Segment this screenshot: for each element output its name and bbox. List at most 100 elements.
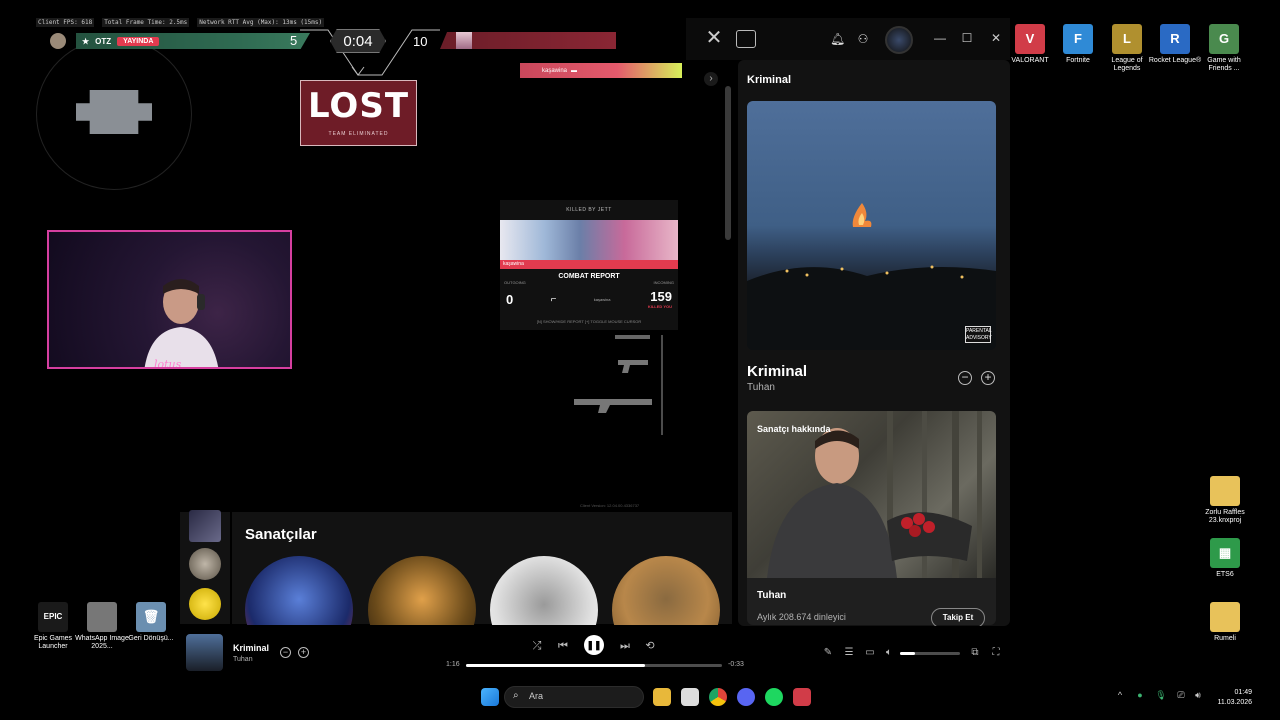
artists-row [232,540,732,625]
player-add-icon[interactable]: + [298,647,309,658]
top-desktop-icon[interactable]: V VALORANT [1003,24,1057,65]
clock[interactable]: 01:49 11.03.2026 [1208,688,1252,708]
pause-button[interactable]: ❚❚ [584,635,604,655]
webcam-overlay: lotus [47,230,292,369]
volume-slider[interactable] [900,652,960,655]
discord-icon[interactable] [737,688,755,706]
search-icon: ⌕ [513,690,519,701]
score-left: 5 [290,33,298,48]
user-avatar[interactable] [885,26,913,54]
perf-stats: Client FPS: 618 Total Frame Time: 2.5ms … [36,18,325,27]
remove-icon[interactable]: − [958,371,972,385]
bell-icon[interactable]: 🔔︎ [830,32,845,46]
volume-icon[interactable]: 🔈︎ [883,647,895,658]
library-item[interactable] [189,588,221,620]
library-item[interactable] [189,510,221,542]
side-desktop-icon[interactable]: Zorlu Raffles 23.knxproj [1198,476,1252,525]
about-artist-label: Sanatçı hakkında [757,424,831,434]
chrome-icon[interactable] [709,688,727,706]
store-icon[interactable] [681,688,699,706]
combat-report-title: COMBAT REPORT [558,273,620,280]
streamer-silhouette [144,279,219,367]
desktop-icon-label: ETS6 [1216,571,1234,578]
player-album-thumb[interactable] [186,634,223,671]
artist-card[interactable] [368,556,476,625]
shuffle-icon[interactable]: ⤮ [529,638,545,654]
close-icon[interactable]: ✕ [704,28,724,48]
desktop-icon-label: Epic Games Launcher [33,635,73,650]
incoming-damage: 159 [650,289,672,304]
artist-card[interactable] [612,556,720,625]
fps-stat: Client FPS: 618 [36,18,95,27]
top-desktop-icon[interactable]: F Fortnite [1051,24,1105,65]
frame-time-stat: Total Frame Time: 2.5ms [102,18,190,27]
left-desktop-icon[interactable]: EPIC Epic Games Launcher [26,602,80,651]
desktop-icon-label: Game with Friends ... [1207,57,1241,72]
shield-icon[interactable]: ● [1134,690,1146,700]
side-desktop-icon[interactable]: Rumeli [1198,602,1252,643]
desktop-icon-label: Fortnite [1066,57,1090,64]
fullscreen-icon[interactable]: ⛶ [990,647,1002,658]
volume-fill [900,652,915,655]
track-artist[interactable]: Tuhan [747,382,775,393]
miniplayer-icon[interactable] [736,30,756,48]
chevron-up-icon[interactable]: ^ [1114,690,1126,700]
mic-icon[interactable]: 🎙︎ [1155,690,1167,701]
previous-icon[interactable]: ⏮ [555,638,571,654]
desktop-icon-label: WhatsApp Image 2025... [75,635,129,650]
player-track-title[interactable]: Kriminal [233,643,269,653]
left-desktop-icon[interactable]: WhatsApp Image 2025... [75,602,129,651]
follow-button[interactable]: Takip Et [931,608,985,628]
windows-start-icon[interactable] [481,688,499,706]
library-item[interactable] [189,548,221,580]
queue-icon[interactable]: ☰ [843,647,855,658]
weapon-name: kaşawina [593,296,611,302]
pip-icon[interactable]: ⧉ [969,647,981,658]
network-icon[interactable]: ⎚ [1175,690,1187,701]
track-title[interactable]: Kriminal [747,363,807,380]
monthly-listeners: Aylık 208.674 dinleyici [757,612,846,622]
spotify-icon[interactable] [765,688,783,706]
about-artist-name[interactable]: Tuhan [757,590,786,601]
combat-report: KILLED BY JETT kaşawina COMBAT REPORT OU… [500,200,678,330]
repeat-icon[interactable]: ⟲ [642,638,658,654]
window-close-icon[interactable]: ✕ [988,30,1004,46]
scrollbar[interactable] [725,86,731,240]
artist-card[interactable] [490,556,598,625]
chevron-right-icon[interactable]: › [704,72,718,86]
minimize-icon[interactable]: — [932,30,948,46]
desktop-icon-label: Rocket League® [1148,57,1202,64]
outgoing-label: OUTGOING [504,280,526,285]
cover-landscape [747,265,996,350]
lyrics-icon[interactable]: ✎ [822,647,834,658]
speaker-icon[interactable]: 🔊︎ [1192,690,1204,701]
maximize-icon[interactable]: ☐ [959,30,975,46]
top-app-icon: L [1112,24,1142,54]
killfeed-entry: kaşawina ▬ [520,63,682,78]
top-desktop-icon[interactable]: R Rocket League® [1148,24,1202,65]
device-icon[interactable]: ▭ [864,647,876,658]
next-icon[interactable]: ⏭ [617,638,633,654]
killed-by: KILLED BY JETT [566,207,612,213]
add-icon[interactable]: + [981,371,995,385]
side-desktop-icon[interactable]: ▦ ETS6 [1198,538,1252,579]
top-desktop-icon[interactable]: G Game with Friends ... [1197,24,1251,73]
incoming-sub: KILLED YOU [647,304,672,309]
file-explorer-icon[interactable] [653,688,671,706]
score-right: 10 [413,34,428,49]
search-box[interactable] [504,686,644,708]
left-desktop-icon[interactable]: 🗑 Geri Dönüşü... [124,602,178,643]
killer-image [500,220,678,260]
progress-bar[interactable] [466,664,722,667]
friends-icon[interactable]: ⚇ [856,32,870,46]
album-cover [747,101,996,350]
side-app-icon [1210,476,1240,506]
top-desktop-icon[interactable]: L League of Legends [1100,24,1154,73]
player-track-artist[interactable]: Tuhan [233,656,253,663]
valorant-icon[interactable] [793,688,811,706]
artist-card[interactable] [245,556,353,625]
pistol-icon: ⌐ [550,293,557,305]
desktop-icon-label: Geri Dönüşü... [128,635,174,642]
incoming-label: INCOMING [653,280,674,285]
player-remove-icon[interactable]: − [280,647,291,658]
